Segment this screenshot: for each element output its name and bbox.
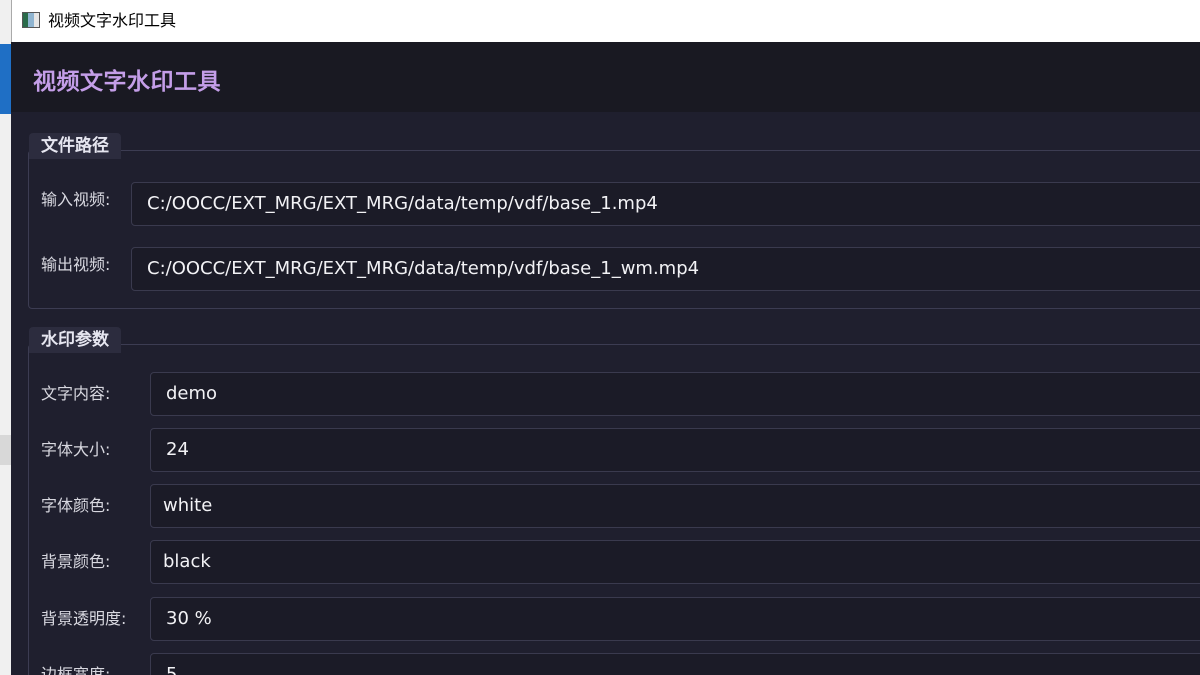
file-paths-group-title: 文件路径	[29, 133, 121, 159]
bg-opacity-spinbox[interactable]: 30 %	[150, 597, 1200, 641]
font-color-label: 字体颜色:	[41, 496, 111, 515]
font-color-select[interactable]: white	[150, 484, 1200, 528]
client-area: 视频文字水印工具 文件路径 输入视频: C:/OOCC/EXT_MRG/EXT_…	[11, 42, 1200, 675]
desktop-edge	[0, 0, 11, 675]
app-icon	[22, 12, 40, 28]
text-content-input[interactable]: demo	[150, 372, 1200, 416]
desktop-edge-highlight	[0, 44, 11, 114]
font-size-label: 字体大小:	[41, 440, 111, 459]
output-video-label: 输出视频:	[41, 255, 111, 274]
border-width-label: 边框宽度:	[41, 665, 111, 675]
app-window: 视频文字水印工具 视频文字水印工具 文件路径 输入视频: C:/OOCC/EXT…	[0, 0, 1200, 675]
window-titlebar[interactable]: 视频文字水印工具	[11, 0, 1200, 42]
text-content-label: 文字内容:	[41, 384, 111, 403]
desktop-edge-scroll	[0, 435, 11, 465]
window-title: 视频文字水印工具	[48, 11, 177, 30]
border-width-spinbox[interactable]: 5	[150, 653, 1200, 675]
input-video-field[interactable]: C:/OOCC/EXT_MRG/EXT_MRG/data/temp/vdf/ba…	[131, 182, 1200, 226]
bg-opacity-label: 背景透明度:	[41, 609, 127, 628]
bg-color-select[interactable]: black	[150, 540, 1200, 584]
font-size-spinbox[interactable]: 24	[150, 428, 1200, 472]
watermark-params-group-title: 水印参数	[29, 327, 121, 353]
app-header: 视频文字水印工具	[11, 42, 1200, 112]
output-video-field[interactable]: C:/OOCC/EXT_MRG/EXT_MRG/data/temp/vdf/ba…	[131, 247, 1200, 291]
bg-color-label: 背景颜色:	[41, 552, 111, 571]
app-title: 视频文字水印工具	[33, 69, 221, 95]
input-video-label: 输入视频:	[41, 190, 111, 209]
